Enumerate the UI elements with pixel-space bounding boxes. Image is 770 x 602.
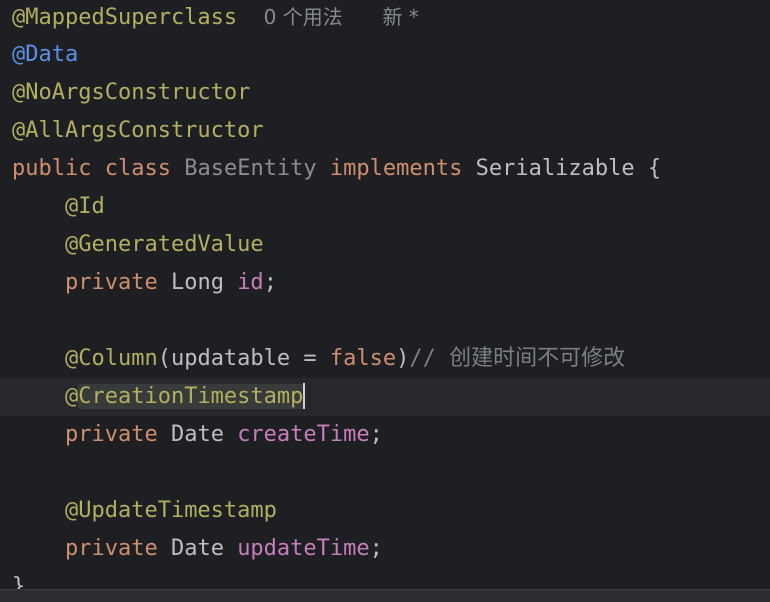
- type-date: Date: [170, 422, 224, 447]
- code-line-8[interactable]: private Long id;: [0, 264, 770, 302]
- annotation-no-args-constructor: @NoArgsConstructor: [12, 80, 251, 105]
- annotation-creation-timestamp: @CreationTimestamp: [64, 384, 304, 409]
- field-id: id: [237, 270, 264, 295]
- close-paren: ): [396, 346, 410, 371]
- semicolon: ;: [263, 270, 277, 295]
- annotation-mapped-superclass: @MappedSuperclass: [12, 5, 238, 30]
- open-paren: (: [157, 346, 171, 371]
- interface-name: Serializable: [475, 156, 635, 181]
- code-line-3[interactable]: @NoArgsConstructor: [0, 74, 770, 112]
- code-line-15[interactable]: private Date updateTime;: [0, 530, 770, 568]
- code-line-11-current[interactable]: @CreationTimestamp: [0, 378, 770, 416]
- keyword-private: private: [64, 270, 158, 295]
- code-line-13[interactable]: [0, 454, 770, 492]
- annotation-id: @Id: [64, 194, 105, 219]
- annotation-creation-timestamp-name: CreationTimestamp: [78, 384, 304, 409]
- usages-hint[interactable]: 0 个用法: [264, 5, 343, 29]
- keyword-public: public: [12, 156, 92, 181]
- keyword-private: private: [64, 536, 158, 561]
- semicolon: ;: [369, 422, 383, 447]
- annotation-update-timestamp: @UpdateTimestamp: [64, 498, 277, 523]
- value-false: false: [329, 346, 397, 371]
- param-updatable: updatable: [170, 346, 291, 371]
- code-line-14[interactable]: @UpdateTimestamp: [0, 492, 770, 530]
- annotation-column: @Column: [64, 346, 158, 371]
- semicolon: ;: [369, 536, 383, 561]
- keyword-private: private: [64, 422, 158, 447]
- annotation-all-args-constructor: @AllArgsConstructor: [12, 118, 264, 143]
- type-long: Long: [170, 270, 224, 295]
- keyword-class: class: [104, 156, 171, 181]
- equals-sign: =: [290, 346, 330, 371]
- code-editor[interactable]: @MappedSuperclass 0 个用法 新 * @Data @NoArg…: [0, 0, 770, 602]
- code-line-6[interactable]: @Id: [0, 188, 770, 226]
- field-create-time: createTime: [237, 422, 370, 447]
- open-brace: {: [647, 156, 662, 181]
- code-line-5[interactable]: public class BaseEntity implements Seria…: [0, 150, 770, 188]
- keyword-implements: implements: [329, 156, 463, 181]
- type-date: Date: [170, 536, 224, 561]
- code-line-4[interactable]: @AllArgsConstructor: [0, 112, 770, 150]
- code-line-1[interactable]: @MappedSuperclass 0 个用法 新 *: [0, 0, 770, 36]
- new-author-hint[interactable]: 新 *: [383, 5, 419, 29]
- class-name: BaseEntity: [184, 156, 317, 181]
- horizontal-scrollbar[interactable]: [0, 589, 770, 602]
- code-line-12[interactable]: private Date createTime;: [0, 416, 770, 454]
- annotation-generated-value: @GeneratedValue: [64, 232, 264, 257]
- code-line-10[interactable]: @Column(updatable = false)// 创建时间不可修改: [0, 340, 770, 378]
- annotation-data: @Data: [12, 42, 79, 67]
- code-line-9[interactable]: [0, 302, 770, 340]
- code-line-7[interactable]: @GeneratedValue: [0, 226, 770, 264]
- code-line-2[interactable]: @Data: [0, 36, 770, 74]
- line-comment: // 创建时间不可修改: [409, 346, 626, 371]
- field-update-time: updateTime: [237, 536, 370, 561]
- annotation-at-sign: @: [64, 384, 79, 409]
- text-caret: [303, 382, 306, 409]
